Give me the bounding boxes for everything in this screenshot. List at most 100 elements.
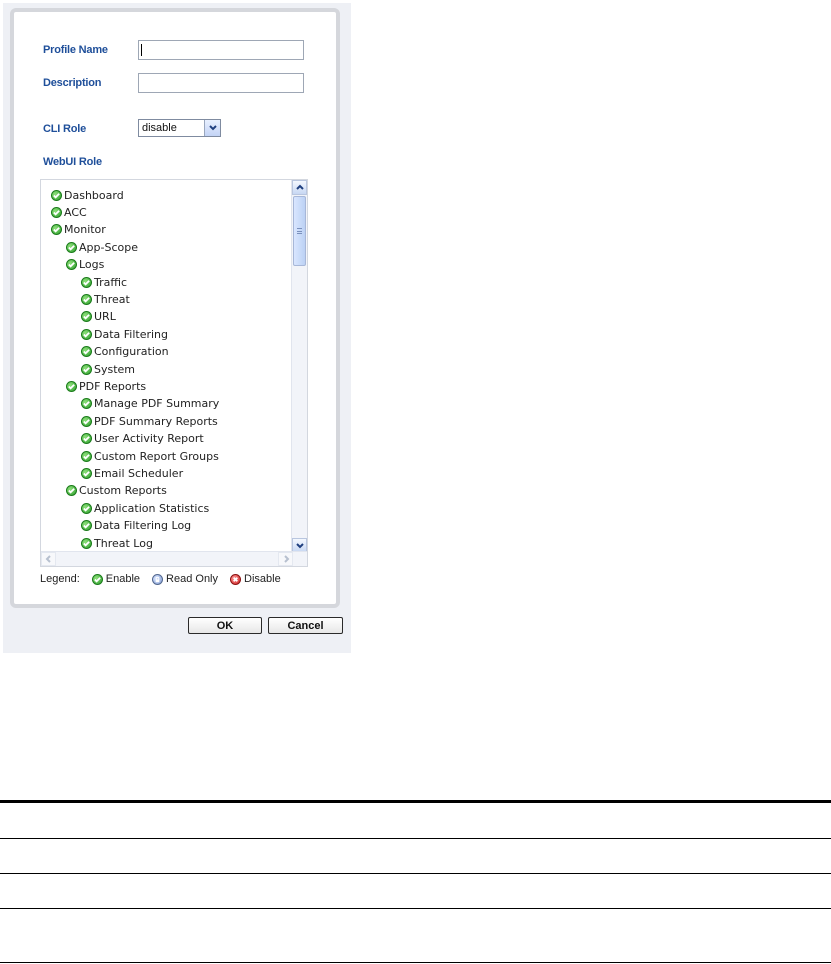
tree-item[interactable]: Email Scheduler <box>81 465 183 481</box>
tree-item[interactable]: ACC <box>51 204 87 220</box>
tree-item[interactable]: App-Scope <box>66 239 138 255</box>
cli-role-select[interactable]: disable <box>138 119 221 137</box>
tree-item[interactable]: Custom Report Groups <box>81 448 219 464</box>
tree-item-label: User Activity Report <box>94 432 204 446</box>
check-icon <box>83 349 90 355</box>
enable-status-icon <box>81 520 92 532</box>
tree-item-label: Traffic <box>94 275 128 289</box>
tree-item-label: Logs <box>79 258 105 272</box>
enable-status-icon <box>81 433 92 445</box>
dropdown-arrow-button[interactable] <box>204 120 220 136</box>
tree-item[interactable]: Custom Reports <box>66 483 167 499</box>
check-icon <box>83 279 90 286</box>
check-icon <box>83 296 90 303</box>
check-icon <box>83 540 90 547</box>
tree-item[interactable]: Threat <box>81 291 130 307</box>
enable-status-icon <box>81 276 92 288</box>
profile-name-label: Profile Name <box>43 44 108 56</box>
tree-item[interactable]: Application Statistics <box>81 500 209 516</box>
legend-title: Legend: <box>40 573 80 585</box>
enable-status-icon <box>66 380 77 392</box>
profile-name-input[interactable] <box>138 40 304 60</box>
table-top-rule <box>0 800 831 803</box>
enable-status-icon <box>81 398 92 410</box>
tree-item-label: PDF Summary Reports <box>94 414 218 428</box>
scroll-up-button[interactable] <box>292 180 307 195</box>
check-icon <box>83 366 90 373</box>
webui-role-tree[interactable]: Dashboard ACC Monitor App-Scope Logs Traffic T… <box>40 179 308 567</box>
check-icon <box>68 488 75 494</box>
tree-item[interactable]: PDF Reports <box>66 378 146 394</box>
legend-read-only: Read Only <box>152 573 218 585</box>
tree-content: Dashboard ACC Monitor App-Scope Logs Traffic T… <box>41 180 291 553</box>
enable-status-icon <box>81 502 92 514</box>
tree-item-label: Data Filtering <box>94 327 169 341</box>
horizontal-scrollbar[interactable] <box>41 551 307 566</box>
vertical-scrollbar[interactable] <box>291 180 307 553</box>
enable-status-icon <box>81 293 92 305</box>
dialog-screenshot: Profile Name Description CLI Role disabl… <box>3 3 351 653</box>
tree-item[interactable]: Threat Log <box>81 535 153 551</box>
legend-enable-label: Enable <box>105 573 141 585</box>
tree-item-label: Threat Log <box>94 536 153 550</box>
tree-item[interactable]: Manage PDF Summary <box>81 396 219 412</box>
tree-item[interactable]: Data Filtering <box>81 326 168 342</box>
tree-item-label: Manage PDF Summary <box>94 397 220 411</box>
tree-item[interactable]: Dashboard <box>51 187 124 203</box>
scroll-right-button[interactable] <box>278 552 293 566</box>
tree-item-label: PDF Reports <box>79 379 147 393</box>
tree-item-label: ACC <box>64 205 87 219</box>
table-rule <box>0 838 831 839</box>
check-icon <box>68 244 75 251</box>
tree-item-label: Configuration <box>94 345 169 359</box>
read-only-icon <box>152 573 164 585</box>
check-icon <box>68 383 75 390</box>
enable-status-icon <box>81 363 92 375</box>
webui-role-label: WebUI Role <box>43 156 102 168</box>
tree-item[interactable]: Logs <box>66 257 104 273</box>
tree-item[interactable]: Configuration <box>81 344 169 360</box>
cli-role-label: CLI Role <box>43 123 87 135</box>
tree-item[interactable]: System <box>81 361 135 377</box>
chevron-up-icon <box>295 184 304 190</box>
check-icon <box>83 331 90 338</box>
scroll-thumb[interactable] <box>293 196 306 266</box>
check-icon <box>83 401 90 407</box>
scroll-grip <box>297 228 302 234</box>
table-rule <box>0 908 831 909</box>
lock-icon <box>155 576 160 582</box>
enable-status-icon <box>81 311 92 323</box>
enable-status-icon <box>81 537 92 549</box>
legend-enable: Enable <box>91 573 141 585</box>
enable-status-icon <box>81 328 92 340</box>
legend-disable-label: Disable <box>244 573 281 585</box>
ok-button[interactable]: OK <box>188 617 262 634</box>
scroll-left-button[interactable] <box>41 552 56 566</box>
tree-item[interactable]: Data Filtering Log <box>81 518 191 534</box>
text-cursor <box>141 44 142 56</box>
cancel-button[interactable]: Cancel <box>268 617 343 634</box>
legend-read-only-label: Read Only <box>166 573 219 585</box>
table-rule <box>0 873 831 874</box>
table-bottom-rule <box>0 962 831 963</box>
tree-item-label: Dashboard <box>64 188 124 202</box>
description-label: Description <box>43 77 102 89</box>
chevron-right-icon <box>283 555 289 563</box>
tree-item-label: App-Scope <box>79 240 138 254</box>
enable-status-icon <box>81 415 92 427</box>
description-input[interactable] <box>138 73 304 93</box>
enable-status-icon <box>81 346 92 358</box>
check-icon <box>83 436 90 442</box>
tree-item-label: Threat <box>94 292 130 306</box>
tree-item[interactable]: URL <box>81 309 116 325</box>
check-icon <box>93 576 101 583</box>
tree-item[interactable]: User Activity Report <box>81 431 204 447</box>
enable-status-icon <box>66 485 77 497</box>
tree-item[interactable]: Monitor <box>51 222 106 238</box>
disable-icon <box>230 573 242 585</box>
chevron-down-icon <box>295 542 304 548</box>
tree-item[interactable]: PDF Summary Reports <box>81 413 218 429</box>
enable-status-icon <box>66 241 77 253</box>
tree-item[interactable]: Traffic <box>81 274 127 290</box>
tree-item-label: URL <box>94 310 116 324</box>
